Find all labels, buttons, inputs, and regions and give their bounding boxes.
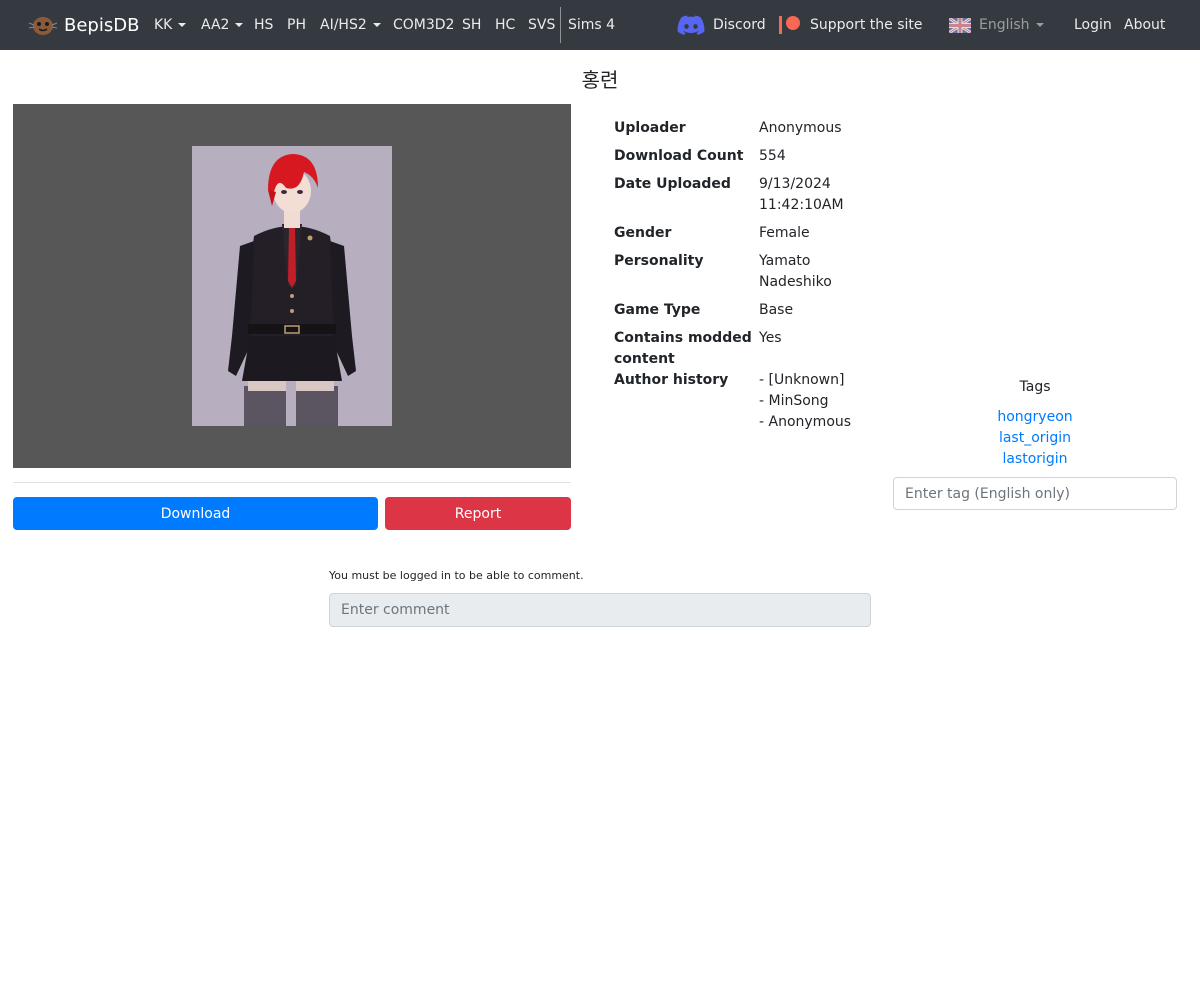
- language-label: English: [979, 17, 1030, 33]
- language-select[interactable]: English: [949, 0, 1044, 50]
- nav-item-label: PH: [287, 17, 306, 33]
- nav-item-ai-hs2[interactable]: AI/HS2: [320, 0, 381, 50]
- brand-link[interactable]: BepisDB: [28, 0, 139, 50]
- caret-down-icon: [372, 23, 381, 27]
- report-button[interactable]: Report: [385, 497, 571, 530]
- info-value: Yes: [759, 330, 782, 346]
- character-figure-icon: [192, 146, 392, 426]
- nav-item-label: HS: [254, 17, 274, 33]
- tag-link[interactable]: hongryeon: [893, 407, 1177, 428]
- login-link[interactable]: Login: [1074, 0, 1112, 50]
- brand-name: BepisDB: [64, 14, 140, 36]
- info-key: Download Count: [614, 148, 744, 164]
- nav-item-label: SH: [462, 17, 482, 33]
- caret-down-icon: [235, 23, 244, 27]
- nav-divider: [560, 7, 561, 43]
- info-value: 9/13/2024 11:42:10AM: [759, 176, 844, 213]
- tags-list: hongryeon last_origin lastorigin: [893, 407, 1177, 470]
- nav-item-sh[interactable]: SH: [462, 0, 481, 50]
- comment-login-notice: You must be logged in to be able to comm…: [329, 569, 584, 582]
- discord-link[interactable]: Discord: [677, 0, 766, 50]
- top-navbar: BepisDB KK AA2 HS PH AI/HS2 COM3D2 SH HC…: [0, 0, 1200, 50]
- tag-link[interactable]: lastorigin: [893, 449, 1177, 470]
- nav-item-kk[interactable]: KK: [154, 0, 187, 50]
- info-key: Personality: [614, 253, 704, 269]
- info-key: Game Type: [614, 302, 701, 318]
- nav-item-label: SVS: [528, 17, 556, 33]
- nav-item-label: AI/HS2: [320, 17, 367, 33]
- info-value: Female: [759, 225, 810, 241]
- info-value: - [Unknown] - MinSong - Anonymous: [759, 372, 852, 430]
- info-row-game-type: Game Type Base: [614, 300, 874, 321]
- tag-link[interactable]: last_origin: [893, 428, 1177, 449]
- discord-icon: [677, 15, 705, 35]
- uk-flag-icon: [949, 17, 971, 33]
- about-label: About: [1124, 17, 1166, 33]
- support-link[interactable]: Support the site: [778, 0, 923, 50]
- tags-heading: Tags: [1019, 379, 1051, 395]
- nav-item-label: Sims 4: [568, 17, 616, 33]
- nav-item-hs[interactable]: HS: [254, 0, 273, 50]
- bepis-logo-icon: [28, 17, 58, 35]
- info-value: 554: [759, 148, 786, 164]
- card-title: 홍련: [581, 68, 619, 92]
- patreon-icon: [779, 16, 800, 34]
- download-button[interactable]: Download: [13, 497, 378, 530]
- caret-down-icon: [178, 23, 187, 27]
- nav-item-svs[interactable]: SVS: [528, 0, 555, 50]
- info-row-author-history: Author history - [Unknown] - MinSong - A…: [614, 370, 874, 433]
- nav-item-hc[interactable]: HC: [495, 0, 515, 50]
- card-preview: [13, 104, 571, 468]
- info-key: Date Uploaded: [614, 176, 731, 192]
- info-key: Contains modded content: [614, 330, 752, 367]
- support-label: Support the site: [810, 17, 923, 33]
- info-row-date-uploaded: Date Uploaded 9/13/2024 11:42:10AM: [614, 174, 874, 216]
- character-preview-image[interactable]: [192, 146, 392, 426]
- info-row-modded-content: Contains modded content Yes: [614, 328, 874, 370]
- info-row-download-count: Download Count 554: [614, 146, 874, 167]
- login-label: Login: [1074, 17, 1112, 33]
- nav-item-ph[interactable]: PH: [287, 0, 306, 50]
- info-key: Gender: [614, 225, 672, 241]
- nav-item-label: AA2: [201, 17, 230, 33]
- info-row-personality: Personality Yamato Nadeshiko: [614, 251, 874, 293]
- info-row-uploader: Uploader Anonymous: [614, 118, 874, 139]
- nav-item-com3d2[interactable]: COM3D2: [393, 0, 454, 50]
- nav-item-aa2[interactable]: AA2: [201, 0, 244, 50]
- comment-input[interactable]: [329, 593, 871, 627]
- info-value: Anonymous: [759, 120, 842, 136]
- about-link[interactable]: About: [1124, 0, 1165, 50]
- tag-input[interactable]: [893, 477, 1177, 510]
- caret-down-icon: [1035, 23, 1044, 27]
- info-key: Author history: [614, 372, 729, 388]
- card-info-table: Uploader Anonymous Download Count 554 Da…: [614, 118, 874, 440]
- preview-divider: [13, 482, 571, 483]
- info-row-gender: Gender Female: [614, 223, 874, 244]
- discord-label: Discord: [713, 17, 766, 33]
- info-value: Base: [759, 302, 794, 318]
- nav-item-sims4[interactable]: Sims 4: [568, 0, 615, 50]
- nav-item-label: HC: [495, 17, 516, 33]
- info-value: Yamato Nadeshiko: [759, 253, 832, 290]
- nav-item-label: KK: [154, 17, 173, 33]
- nav-item-label: COM3D2: [393, 17, 455, 33]
- info-key: Uploader: [614, 120, 686, 136]
